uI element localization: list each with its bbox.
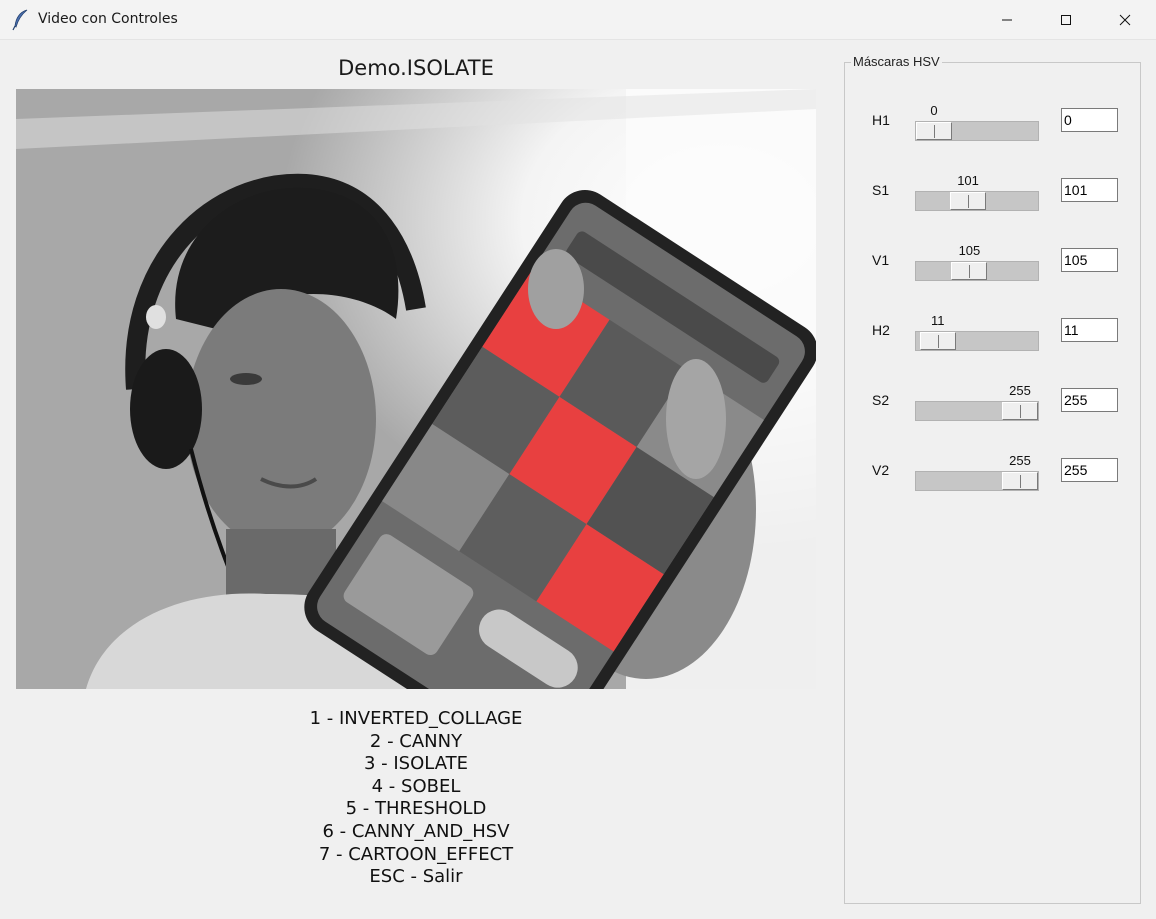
window-title: Video con Controles [38, 11, 178, 27]
h2-scale-value: 11 [930, 313, 945, 328]
minimize-button[interactable] [978, 0, 1036, 40]
v2-scale-value: 255 [1009, 453, 1031, 468]
h1-scale-value: 0 [930, 103, 938, 118]
video-title: Demo.ISOLATE [338, 56, 494, 80]
h1-slider-thumb[interactable] [916, 122, 952, 140]
s1-slider-thumb[interactable] [950, 192, 987, 210]
h2-label: H2 [872, 322, 890, 338]
h2-entry[interactable] [1061, 318, 1118, 342]
s2-slider[interactable] [915, 401, 1039, 421]
video-feed [16, 89, 816, 689]
v2-entry[interactable] [1061, 458, 1118, 482]
maximize-icon [1061, 15, 1071, 25]
s2-label: S2 [872, 392, 890, 408]
h2-slider[interactable] [915, 331, 1039, 351]
s2-slider-thumb[interactable] [1002, 402, 1038, 420]
mode-item: 5 - THRESHOLD [345, 798, 487, 820]
video-frame-image [16, 89, 816, 689]
mode-item: 3 - ISOLATE [363, 753, 469, 775]
v2-slider[interactable] [915, 471, 1039, 491]
close-icon [1119, 14, 1131, 26]
maximize-button[interactable] [1037, 0, 1095, 40]
mode-item: ESC - Salir [369, 866, 463, 888]
s1-slider[interactable] [915, 191, 1039, 211]
v2-slider-thumb[interactable] [1002, 472, 1038, 490]
s1-scale-value: 101 [957, 173, 979, 188]
v1-entry[interactable] [1061, 248, 1118, 272]
v1-slider-thumb[interactable] [951, 262, 988, 280]
mode-list: 1 - INVERTED_COLLAGE 2 - CANNY 3 - ISOLA… [16, 708, 816, 889]
s2-scale-value: 255 [1009, 383, 1031, 398]
h2-slider-thumb[interactable] [919, 332, 956, 350]
s1-label: S1 [872, 182, 890, 198]
s1-entry[interactable] [1061, 178, 1118, 202]
v1-label: V1 [872, 252, 890, 268]
v2-label: V2 [872, 462, 890, 478]
v1-scale-value: 105 [958, 243, 981, 258]
s2-entry[interactable] [1061, 388, 1118, 412]
mode-item: 7 - CARTOON_EFFECT [318, 843, 514, 865]
title-bar[interactable]: Video con Controles [0, 0, 1156, 40]
hsv-panel-legend: Máscaras HSV [851, 54, 942, 69]
mode-item: 1 - INVERTED_COLLAGE [309, 708, 523, 729]
close-button[interactable] [1096, 0, 1154, 40]
h1-label: H1 [872, 112, 890, 128]
mode-item: 2 - CANNY [369, 730, 463, 752]
h1-entry[interactable] [1061, 108, 1118, 132]
h1-slider[interactable] [915, 121, 1039, 141]
mode-item: 4 - SOBEL [371, 775, 461, 797]
v1-slider[interactable] [915, 261, 1039, 281]
mode-item: 6 - CANNY_AND_HSV [322, 820, 510, 842]
minimize-icon [1002, 19, 1012, 21]
feather-icon [12, 9, 30, 31]
